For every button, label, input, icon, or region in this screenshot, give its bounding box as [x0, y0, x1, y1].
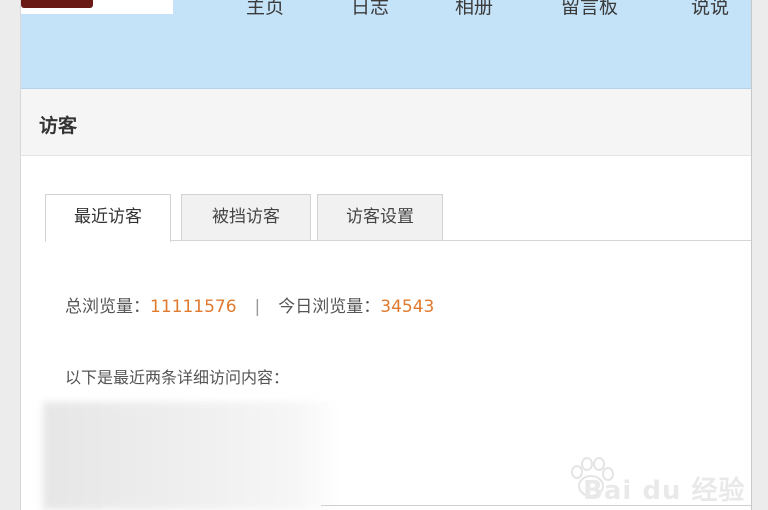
recent-detail-intro: 以下是最近两条详细访问内容：: [65, 368, 290, 387]
nav-message-board[interactable]: 留言板: [561, 0, 618, 19]
tab-blocked-visitors[interactable]: 被挡访客: [181, 194, 311, 240]
tab-recent-visitors[interactable]: 最近访客: [45, 194, 171, 242]
stats-separator: |: [254, 297, 261, 317]
visit-stats: 总浏览量：11111576 | 今日浏览量：34543: [65, 292, 434, 317]
watermark: Bai du 经验: [561, 450, 751, 506]
visitor-detail-list: [43, 402, 341, 510]
total-views-value: 11111576: [150, 297, 237, 317]
section-title: 访客: [39, 115, 78, 137]
site-logo[interactable]: [21, 0, 173, 14]
nav-album[interactable]: 相册: [455, 0, 493, 19]
total-views-label: 总浏览量：: [65, 297, 150, 317]
today-views-value: 34543: [380, 297, 435, 317]
nav-moments[interactable]: 说说: [691, 0, 729, 19]
top-nav-bar: 主页 日志 相册 留言板 说说: [21, 0, 751, 89]
tab-visitor-settings[interactable]: 访客设置: [317, 194, 443, 240]
logo-mark: [21, 0, 93, 8]
nav-home[interactable]: 主页: [246, 0, 284, 19]
nav-blog[interactable]: 日志: [351, 0, 389, 19]
qzone-window: 主页 日志 相册 留言板 说说 访客 最近访客 被挡访客 访客设置 总浏览量：1…: [20, 0, 752, 510]
watermark-text: Bai du 经验: [583, 476, 746, 506]
today-views-label: 今日浏览量：: [278, 297, 381, 317]
section-header: 访客: [21, 89, 751, 156]
